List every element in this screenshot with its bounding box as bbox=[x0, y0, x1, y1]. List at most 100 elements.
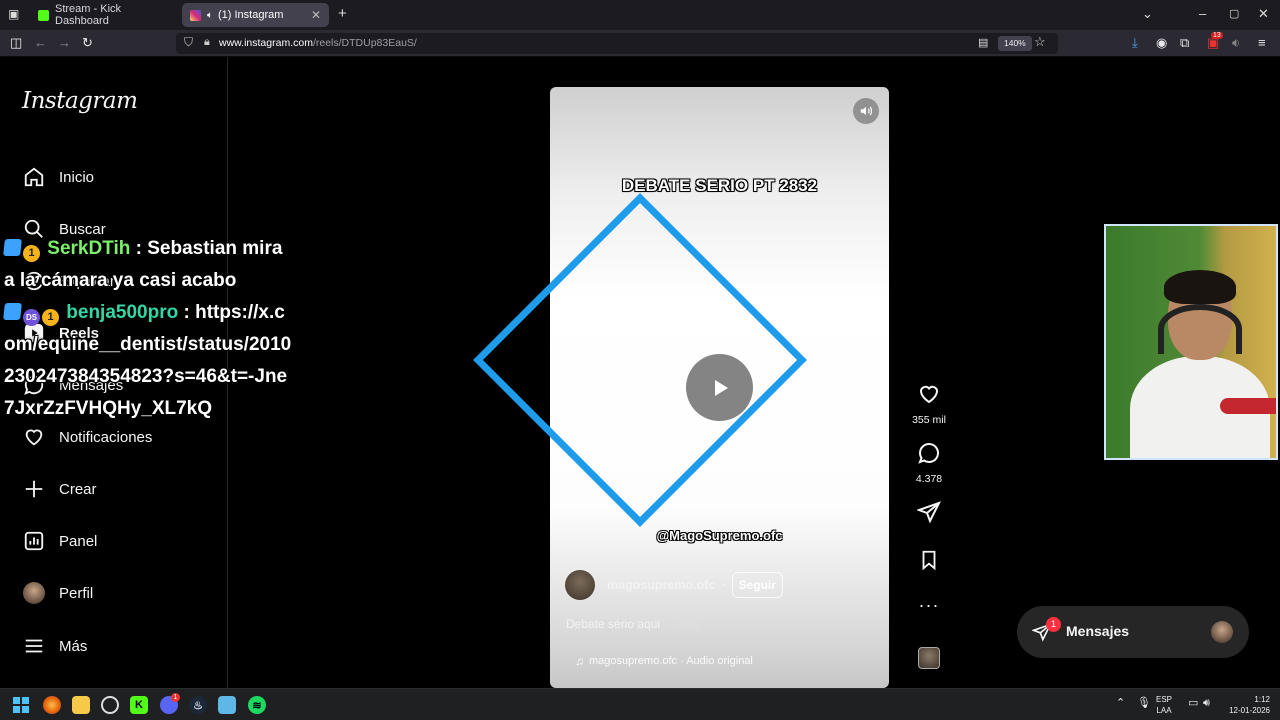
music-note-icon: ♫ bbox=[575, 654, 584, 668]
kick-icon[interactable]: K bbox=[130, 696, 148, 714]
follow-button[interactable]: Seguir bbox=[731, 572, 783, 598]
reader-view-icon[interactable]: ▤ bbox=[978, 36, 988, 49]
chat-message: 1 SerkDTih : Sebastian mira a la cámara … bbox=[3, 233, 294, 297]
browser-nav-bar: ◫ ← → ↻ ⛉ 🔒︎ www.instagram.com/reels/DTD… bbox=[0, 30, 1280, 57]
app-menu-icon[interactable]: ≡ bbox=[1258, 35, 1266, 50]
messages-avatar bbox=[1211, 621, 1233, 643]
windows-start-icon[interactable] bbox=[12, 696, 30, 714]
input-language[interactable]: ESP LAA bbox=[1156, 694, 1172, 716]
lang-bottom: LAA bbox=[1156, 706, 1172, 715]
messages-floating-button[interactable]: 1 Mensajes bbox=[1017, 606, 1249, 658]
forward-button[interactable]: → bbox=[58, 35, 71, 50]
kick-favicon-icon bbox=[38, 9, 49, 21]
tab-list-icon[interactable]: ▣ bbox=[8, 7, 19, 21]
tracking-shield-icon[interactable]: ⛉ bbox=[184, 35, 193, 50]
plus-icon bbox=[22, 477, 46, 501]
sound-toggle-button[interactable] bbox=[853, 98, 879, 124]
sidebar-item-label: Perfil bbox=[59, 584, 94, 602]
instagram-logo[interactable]: Instagram bbox=[22, 88, 138, 114]
bookmark-icon bbox=[922, 550, 936, 571]
streamer-figure bbox=[1130, 270, 1270, 458]
steam-icon[interactable]: ♨ bbox=[189, 696, 207, 714]
url-text: www.instagram.com/reels/DTDUp83EauS/ bbox=[219, 37, 417, 49]
messages-label: Mensajes bbox=[1066, 623, 1130, 639]
sidebar-item-perfil[interactable]: Perfil bbox=[22, 580, 93, 606]
audio-icon[interactable]: 🔉︎ bbox=[1232, 35, 1240, 51]
more-options-icon[interactable]: ··· bbox=[904, 595, 954, 616]
avatar-icon bbox=[22, 581, 46, 605]
minimize-button[interactable]: – bbox=[1199, 6, 1206, 21]
comment-button[interactable]: 4.378 bbox=[904, 441, 954, 485]
tray-chevron-icon[interactable]: ⌃ bbox=[1116, 698, 1125, 709]
sidebar-item-panel[interactable]: Panel bbox=[22, 528, 97, 554]
sidebar-item-mas[interactable]: Más bbox=[22, 633, 87, 659]
share-button[interactable] bbox=[904, 500, 954, 529]
volume-icon bbox=[860, 106, 872, 116]
network-icon[interactable]: ▭ bbox=[1188, 698, 1198, 709]
speaker-icon[interactable]: 🔈︎ bbox=[207, 10, 213, 21]
bookmark-star-icon[interactable]: ☆ bbox=[1034, 34, 1046, 50]
audio-thumbnail[interactable] bbox=[918, 647, 940, 669]
zoom-level[interactable]: 140% bbox=[998, 36, 1032, 51]
discord-badge: 1 bbox=[171, 693, 180, 702]
author-separator: • bbox=[721, 578, 726, 592]
volume-tray-icon[interactable]: 🔊︎ bbox=[1203, 698, 1210, 709]
lang-top: ESP bbox=[1156, 695, 1173, 704]
chat-username: SerkDTih bbox=[47, 238, 131, 259]
tab-overflow-chevron-icon[interactable]: ⌄ bbox=[1142, 6, 1153, 22]
like-button[interactable]: 355 mil bbox=[904, 382, 954, 426]
caption-more-link[interactable]: ... más bbox=[663, 617, 699, 631]
author-avatar[interactable] bbox=[565, 570, 595, 600]
menu-icon bbox=[22, 634, 46, 658]
sidebar-item-notificaciones[interactable]: Notificaciones bbox=[22, 424, 152, 450]
sidebar-toggle-icon[interactable]: ◫ bbox=[10, 35, 22, 51]
like-count: 355 mil bbox=[912, 414, 946, 426]
firefox-icon[interactable] bbox=[43, 696, 61, 714]
extension-icon[interactable]: ◉ bbox=[1156, 35, 1167, 51]
address-bar[interactable]: ⛉ 🔒︎ www.instagram.com/reels/DTDUp83EauS… bbox=[176, 33, 1058, 54]
clock-date: 12-01-2026 bbox=[1229, 706, 1270, 715]
tab-kick-dashboard[interactable]: Stream - Kick Dashboard bbox=[30, 3, 180, 27]
chat-message: DS 1 benja500pro : https://x.com/equine__… bbox=[3, 297, 294, 425]
chat-username: benja500pro bbox=[66, 302, 179, 323]
sidebar-item-inicio[interactable]: Inicio bbox=[22, 164, 94, 190]
heart-icon bbox=[919, 385, 939, 404]
reel-watermark-text: @MagoSupremo.ofc bbox=[656, 528, 783, 543]
reel-author: magosupremo.ofc • Seguir bbox=[565, 570, 783, 600]
notepad-icon[interactable] bbox=[218, 696, 236, 714]
reel-audio[interactable]: ♫ magosupremo.ofc · Audio original bbox=[575, 654, 753, 668]
sidebar-item-label: Panel bbox=[59, 532, 98, 550]
maximize-button[interactable]: ▢ bbox=[1229, 7, 1239, 20]
reel-caption: Debate sério aqui ... más bbox=[566, 617, 699, 631]
home-icon bbox=[22, 165, 46, 189]
comment-count: 4.378 bbox=[915, 473, 943, 485]
heart-icon bbox=[22, 425, 46, 449]
mic-tray-icon[interactable]: 🎙︎ bbox=[1137, 698, 1151, 709]
sidebar-item-label: Crear bbox=[59, 480, 97, 498]
new-tab-button[interactable]: + bbox=[338, 5, 347, 22]
send-icon bbox=[916, 501, 941, 524]
subscriber-badge-icon bbox=[3, 239, 22, 256]
sidebar-item-crear[interactable]: Crear bbox=[22, 476, 97, 502]
chat-separator: : bbox=[130, 238, 148, 259]
close-window-button[interactable]: ✕ bbox=[1258, 6, 1269, 22]
close-tab-icon[interactable]: ✕ bbox=[311, 8, 321, 22]
lock-icon[interactable]: 🔒︎ bbox=[204, 36, 210, 49]
tab-label: (1) Instagram bbox=[218, 9, 284, 21]
obs-icon[interactable] bbox=[101, 696, 119, 714]
author-name[interactable]: magosupremo.ofc bbox=[607, 578, 715, 592]
play-button[interactable] bbox=[686, 354, 753, 421]
tab-instagram[interactable]: 🔈︎ (1) Instagram ✕ bbox=[182, 3, 329, 27]
play-icon bbox=[714, 379, 728, 396]
reload-button[interactable]: ↻ bbox=[82, 35, 93, 51]
spotify-icon[interactable]: ≋ bbox=[248, 696, 266, 714]
back-button[interactable]: ← bbox=[34, 35, 47, 50]
downloads-icon[interactable]: ⤓ bbox=[1132, 35, 1138, 51]
comment-icon bbox=[918, 443, 939, 464]
reel-title-text: DEBATE SERIO PT 2832 bbox=[621, 176, 818, 195]
dashboard-icon bbox=[22, 529, 46, 553]
clock[interactable]: 1:12 12-01-2026 bbox=[1224, 694, 1270, 716]
file-explorer-icon[interactable] bbox=[72, 696, 90, 714]
save-button[interactable] bbox=[904, 549, 954, 576]
extensions-puzzle-icon[interactable]: ⧉ bbox=[1180, 35, 1189, 51]
